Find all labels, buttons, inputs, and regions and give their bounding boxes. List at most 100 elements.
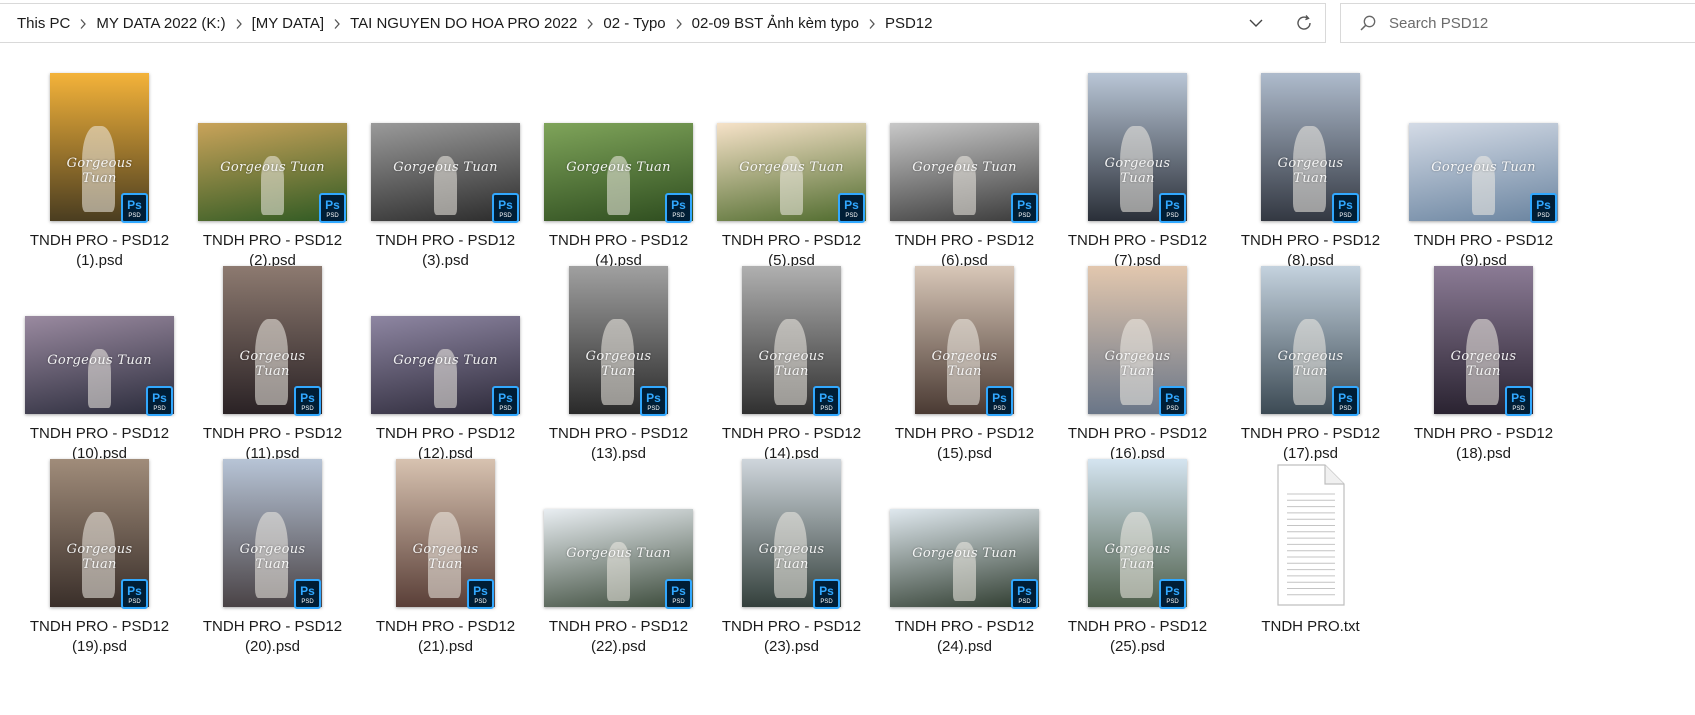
file-item[interactable]: Gorgeous Tuan Ps PSD TNDH PRO - PSD12 (14).p…: [698, 249, 885, 462]
file-name: TNDH PRO - PSD12 (21).psd: [352, 617, 539, 657]
search-box[interactable]: [1340, 3, 1695, 43]
breadcrumb-separator-icon[interactable]: [324, 15, 350, 31]
file-item[interactable]: Gorgeous Tuan Ps PSD TNDH PRO - PSD12 (16).p…: [1044, 249, 1231, 462]
file-thumbnail-area: Gorgeous Tuan Ps PSD: [179, 249, 366, 417]
file-item[interactable]: Gorgeous Tuan Ps PSD TNDH PRO - PSD12 (15).p…: [871, 249, 1058, 462]
file-name-line-1: TNDH PRO - PSD12: [1240, 425, 1381, 442]
file-item[interactable]: Gorgeous Tuan Ps PSD TNDH PRO - PSD12 (17).p…: [1217, 249, 1404, 462]
photoshop-file-icon: Ps PSD: [986, 386, 1013, 416]
file-thumbnail-area: Gorgeous Tuan Ps PSD: [698, 249, 885, 417]
breadcrumb-item[interactable]: This PC: [17, 15, 70, 32]
photoshop-file-icon: Ps PSD: [294, 386, 321, 416]
file-item[interactable]: Gorgeous Tuan Ps PSD TNDH PRO - PSD12 (22).p…: [525, 442, 712, 655]
file-thumbnail-area: Gorgeous Tuan Ps PSD: [179, 442, 366, 610]
thumbnail-typography: Gorgeous Tuan: [1104, 541, 1171, 572]
file-name-line-1: TNDH PRO - PSD12: [202, 232, 343, 249]
psd-badge-text: PSD: [128, 599, 141, 605]
ps-badge-text: Ps: [1017, 198, 1032, 212]
ps-badge-text: Ps: [152, 391, 167, 405]
file-item[interactable]: Gorgeous Tuan Ps PSD TNDH PRO - PSD12 (1).ps…: [6, 56, 193, 269]
file-name-line-1: TNDH PRO - PSD12: [721, 232, 862, 249]
file-item[interactable]: Gorgeous Tuan Ps PSD TNDH PRO - PSD12 (19).p…: [6, 442, 193, 655]
breadcrumb-item[interactable]: PSD12: [885, 15, 933, 32]
ps-badge-text: Ps: [646, 391, 661, 405]
ps-badge-text: Ps: [1338, 391, 1353, 405]
psd-badge-text: PSD: [1018, 213, 1031, 219]
file-name-line-1: TNDH PRO - PSD12: [721, 618, 862, 635]
file-item[interactable]: Gorgeous Tuan Ps PSD TNDH PRO - PSD12 (5).ps…: [698, 56, 885, 269]
file-name-line-1: TNDH PRO - PSD12: [1067, 425, 1208, 442]
file-name-line-1: TNDH PRO - PSD12: [894, 232, 1035, 249]
file-item[interactable]: Gorgeous Tuan Ps PSD TNDH PRO - PSD12 (7).ps…: [1044, 56, 1231, 269]
psd-badge-text: PSD: [1018, 599, 1031, 605]
breadcrumb-item[interactable]: 02 - Typo: [603, 15, 665, 32]
file-item[interactable]: Gorgeous Tuan Ps PSD TNDH PRO - PSD12 (9).ps…: [1390, 56, 1577, 269]
breadcrumb-item[interactable]: MY DATA 2022 (K:): [96, 15, 225, 32]
breadcrumb-item[interactable]: TAI NGUYEN DO HOA PRO 2022: [350, 15, 577, 32]
psd-badge-text: PSD: [1537, 213, 1550, 219]
psd-badge-text: PSD: [474, 599, 487, 605]
file-thumbnail-area: Gorgeous Tuan Ps PSD: [698, 56, 885, 224]
ps-badge-text: Ps: [671, 584, 686, 598]
breadcrumb-separator-icon[interactable]: [577, 15, 603, 31]
psd-badge-text: PSD: [845, 213, 858, 219]
ps-badge-text: Ps: [671, 198, 686, 212]
photoshop-file-icon: Ps PSD: [813, 386, 840, 416]
file-item[interactable]: Gorgeous Tuan Ps PSD TNDH PRO - PSD12 (24).p…: [871, 442, 1058, 655]
file-name-line-1: TNDH PRO - PSD12: [1240, 232, 1381, 249]
psd-badge-text: PSD: [993, 406, 1006, 412]
file-item[interactable]: Gorgeous Tuan Ps PSD TNDH PRO - PSD12 (4).ps…: [525, 56, 712, 269]
file-item[interactable]: Gorgeous Tuan Ps PSD TNDH PRO - PSD12 (18).p…: [1390, 249, 1577, 462]
file-name: TNDH PRO - PSD12 (22).psd: [525, 617, 712, 657]
breadcrumb-separator-icon[interactable]: [666, 15, 692, 31]
refresh-icon[interactable]: [1293, 12, 1315, 34]
file-item[interactable]: Gorgeous Tuan Ps PSD TNDH PRO - PSD12 (2).ps…: [179, 56, 366, 269]
psd-badge-text: PSD: [820, 599, 833, 605]
breadcrumb-item[interactable]: [MY DATA]: [252, 15, 325, 32]
search-input[interactable]: [1389, 10, 1679, 36]
file-thumbnail-area: Gorgeous Tuan Ps PSD: [1044, 56, 1231, 224]
file-item[interactable]: Gorgeous Tuan Ps PSD TNDH PRO - PSD12 (23).p…: [698, 442, 885, 655]
file-item[interactable]: Gorgeous Tuan Ps PSD TNDH PRO - PSD12 (10).p…: [6, 249, 193, 462]
file-item[interactable]: TNDH PRO.txt: [1217, 442, 1404, 642]
ps-badge-text: Ps: [325, 198, 340, 212]
thumbnail-typography: Gorgeous Tuan: [220, 160, 325, 176]
ps-badge-text: Ps: [992, 391, 1007, 405]
file-item[interactable]: Gorgeous Tuan Ps PSD TNDH PRO - PSD12 (3).ps…: [352, 56, 539, 269]
psd-badge-text: PSD: [326, 213, 339, 219]
thumbnail-typography: Gorgeous Tuan: [1450, 348, 1517, 379]
breadcrumb-separator-icon[interactable]: [859, 15, 885, 31]
file-name-line-1: TNDH PRO - PSD12: [721, 425, 862, 442]
file-thumbnail-area: Gorgeous Tuan Ps PSD: [6, 249, 193, 417]
file-item[interactable]: Gorgeous Tuan Ps PSD TNDH PRO - PSD12 (25).p…: [1044, 442, 1231, 655]
file-name-line-1: TNDH PRO - PSD12: [29, 232, 170, 249]
thumbnail-typography: Gorgeous Tuan: [566, 160, 671, 176]
address-bar[interactable]: This PC MY DATA 2022 (K:) [MY DATA] TAI NGU…: [0, 3, 1326, 43]
photoshop-file-icon: Ps PSD: [1505, 386, 1532, 416]
file-item[interactable]: Gorgeous Tuan Ps PSD TNDH PRO - PSD12 (6).ps…: [871, 56, 1058, 269]
file-item[interactable]: Gorgeous Tuan Ps PSD TNDH PRO - PSD12 (13).p…: [525, 249, 712, 462]
file-item[interactable]: Gorgeous Tuan Ps PSD TNDH PRO - PSD12 (11).p…: [179, 249, 366, 462]
file-item[interactable]: Gorgeous Tuan Ps PSD TNDH PRO - PSD12 (8).ps…: [1217, 56, 1404, 269]
file-name-line-1: TNDH PRO - PSD12: [29, 425, 170, 442]
photoshop-file-icon: Ps PSD: [665, 579, 692, 609]
file-item[interactable]: Gorgeous Tuan Ps PSD TNDH PRO - PSD12 (20).p…: [179, 442, 366, 655]
thumbnail-typography: Gorgeous Tuan: [239, 541, 306, 572]
file-item[interactable]: Gorgeous Tuan Ps PSD TNDH PRO - PSD12 (21).p…: [352, 442, 539, 655]
chevron-down-icon[interactable]: [1246, 13, 1266, 33]
file-thumbnail-area: Gorgeous Tuan Ps PSD: [1390, 56, 1577, 224]
ps-badge-text: Ps: [127, 584, 142, 598]
breadcrumb-separator-icon[interactable]: [70, 15, 96, 31]
thumbnail-typography: Gorgeous Tuan: [912, 160, 1017, 176]
photoshop-file-icon: Ps PSD: [492, 193, 519, 223]
file-name-line-2: (24).psd: [936, 638, 993, 655]
thumbnail-typography: Gorgeous Tuan: [393, 160, 498, 176]
file-thumbnail-area: Gorgeous Tuan Ps PSD: [1217, 249, 1404, 417]
file-item[interactable]: Gorgeous Tuan Ps PSD TNDH PRO - PSD12 (12).p…: [352, 249, 539, 462]
photoshop-file-icon: Ps PSD: [1159, 386, 1186, 416]
ps-badge-text: Ps: [127, 198, 142, 212]
file-name-line-2: (20).psd: [244, 638, 301, 655]
psd-badge-text: PSD: [128, 213, 141, 219]
breadcrumb-separator-icon[interactable]: [226, 15, 252, 31]
breadcrumb-item[interactable]: 02-09 BST Ảnh kèm typo: [692, 15, 859, 32]
